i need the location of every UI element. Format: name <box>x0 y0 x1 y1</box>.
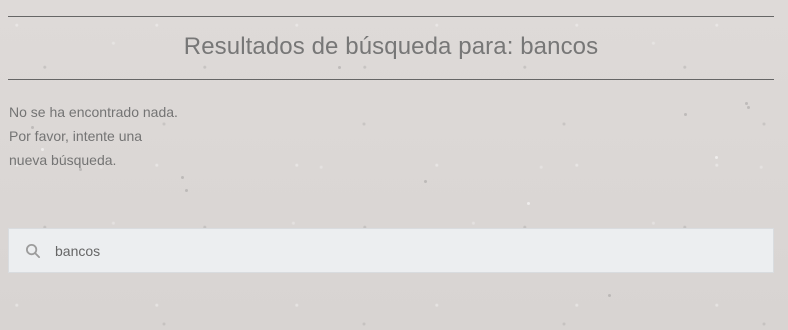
search-box <box>8 228 774 273</box>
texture-speck <box>185 189 188 192</box>
texture-speck <box>745 102 748 105</box>
texture-speck <box>181 176 184 179</box>
top-divider <box>8 16 774 17</box>
no-results-message: No se ha encontrado nada. Por favor, int… <box>9 104 178 168</box>
texture-speck <box>747 106 750 109</box>
search-input[interactable] <box>55 229 745 272</box>
texture-speck <box>608 294 611 297</box>
texture-speck <box>715 156 718 159</box>
texture-speck <box>424 180 427 183</box>
page-title: Resultados de búsqueda para: bancos <box>183 33 599 60</box>
search-icon <box>24 242 42 260</box>
texture-speck <box>527 202 530 205</box>
bottom-divider <box>8 79 774 80</box>
texture-speck <box>684 113 687 116</box>
texture-speck <box>338 66 341 69</box>
